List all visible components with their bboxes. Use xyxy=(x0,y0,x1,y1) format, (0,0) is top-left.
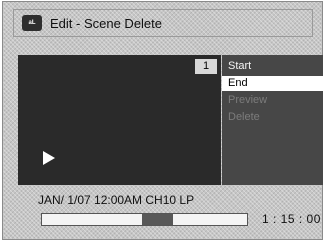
menu-item-preview: Preview xyxy=(228,94,268,106)
elapsed-time: 1 : 15 : 00 xyxy=(262,212,321,226)
play-icon xyxy=(43,151,55,165)
screen-title: Edit - Scene Delete xyxy=(50,15,163,31)
scene-marker xyxy=(142,214,174,225)
video-preview: 1 xyxy=(18,55,221,185)
edit-icon: aL xyxy=(22,15,42,31)
menu-item-delete: Delete xyxy=(228,111,260,123)
title-bar: aL Edit - Scene Delete xyxy=(13,9,313,37)
menu-item-end[interactable]: End xyxy=(222,76,323,91)
recording-info: JAN/ 1/07 12:00AM CH10 LP xyxy=(38,193,195,207)
scene-delete-screen: aL Edit - Scene Delete 1 Start End Previ… xyxy=(2,1,323,240)
menu-item-start[interactable]: Start xyxy=(222,59,323,74)
scene-number-badge: 1 xyxy=(195,59,217,74)
edit-icon-label: aL xyxy=(28,20,36,26)
time-progress-bar xyxy=(41,213,248,226)
scene-delete-menu: Start End Preview Delete xyxy=(222,55,323,185)
